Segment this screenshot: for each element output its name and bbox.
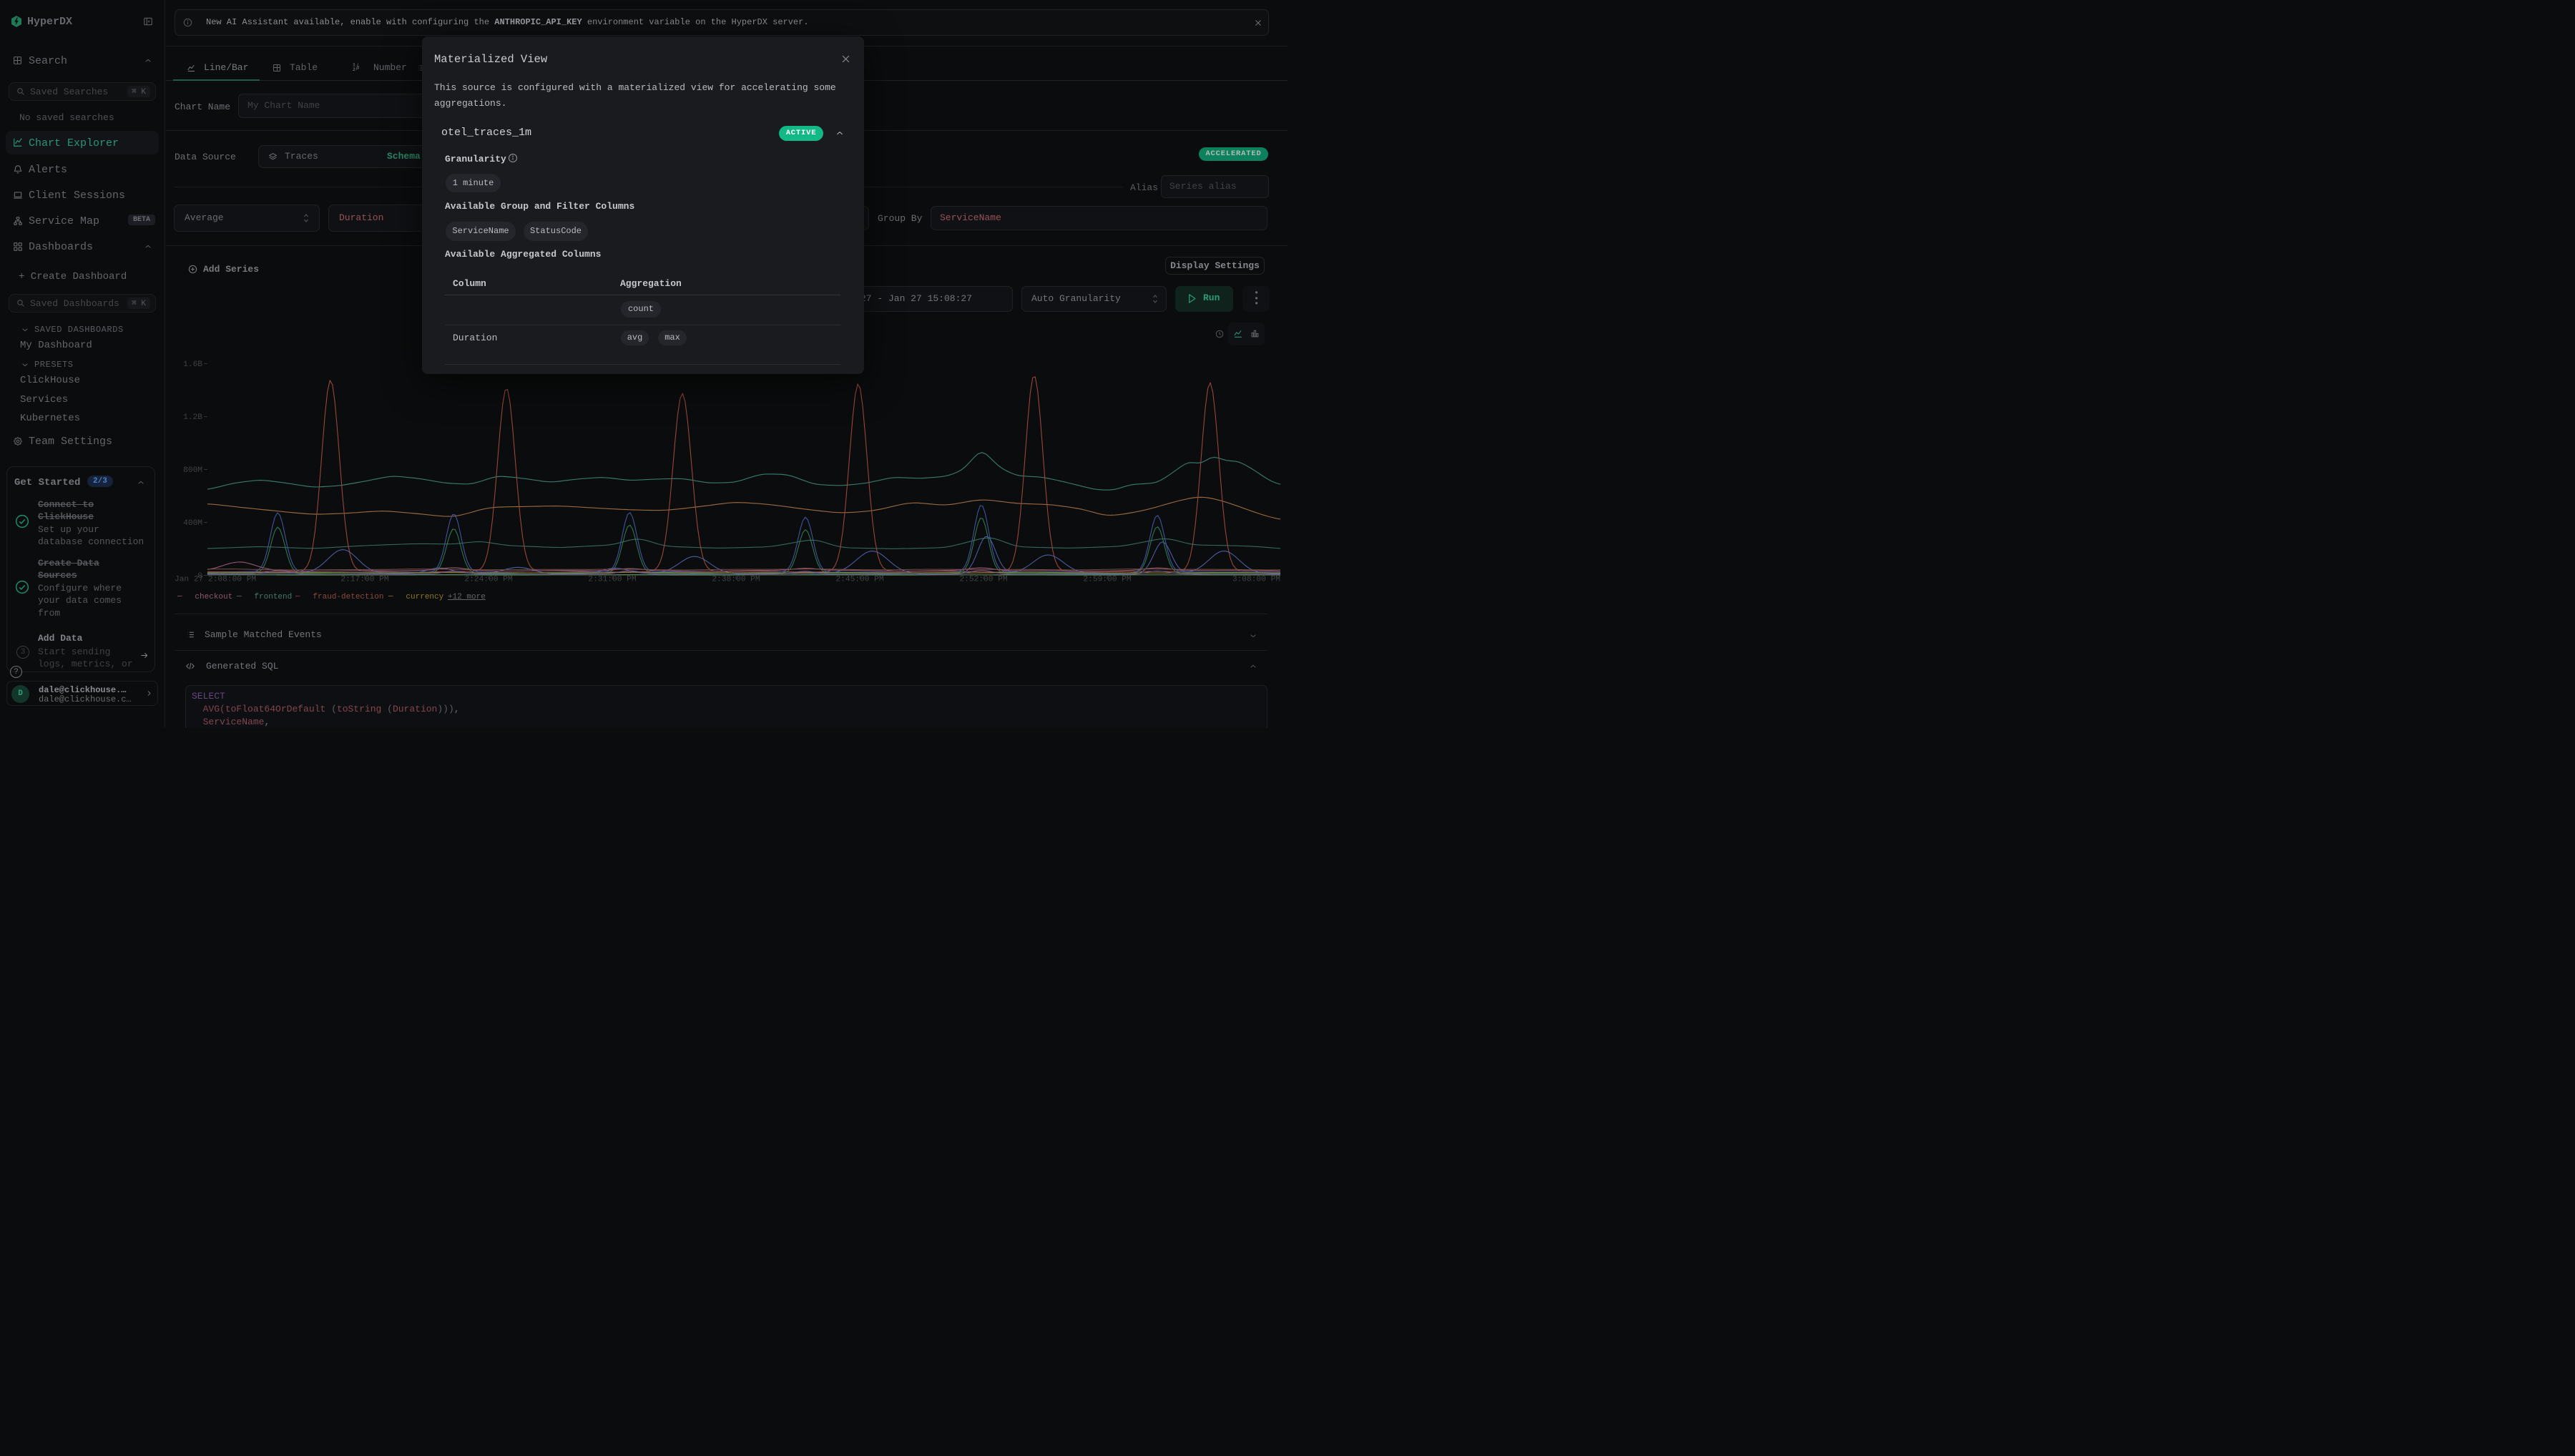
svg-text:400M: 400M [183, 519, 202, 528]
svg-text:800M: 800M [183, 466, 202, 475]
svg-text:1.2B: 1.2B [183, 413, 202, 422]
svg-text:3:08:00 PM: 3:08:00 PM [1232, 576, 1280, 584]
svg-text:1.6B: 1.6B [183, 360, 202, 369]
svg-text:Jan 27 2:08:00 PM: Jan 27 2:08:00 PM [175, 576, 256, 584]
